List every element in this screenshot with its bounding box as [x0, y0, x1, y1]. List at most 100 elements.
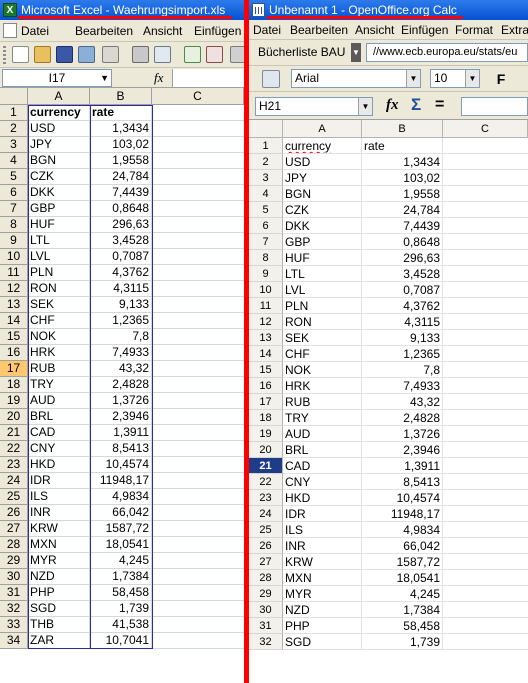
cell-empty[interactable]	[443, 442, 528, 458]
cell-empty[interactable]	[152, 249, 244, 265]
cell-currency[interactable]: CAD	[283, 458, 362, 474]
cell-empty[interactable]	[443, 378, 528, 394]
cell-rate[interactable]: 1,7384	[362, 602, 443, 618]
cell-currency[interactable]: LTL	[28, 233, 90, 249]
row-header[interactable]: 10	[249, 282, 283, 298]
row-header[interactable]: 5	[0, 169, 28, 185]
row-header[interactable]: 1	[0, 105, 28, 121]
excel-menu-datei[interactable]: Datei	[21, 24, 49, 38]
row-header[interactable]: 1	[249, 138, 283, 154]
cell-currency[interactable]: INR	[283, 538, 362, 554]
cell-rate[interactable]: rate	[362, 138, 443, 154]
row-header[interactable]: 19	[0, 393, 28, 409]
row-header[interactable]: 30	[0, 569, 28, 585]
cell-rate[interactable]: 4,9834	[90, 489, 152, 505]
excel-select-all-corner[interactable]	[0, 88, 28, 105]
bold-button[interactable]: F	[492, 70, 510, 88]
cell-currency[interactable]: BGN	[28, 153, 90, 169]
cell-currency[interactable]: HKD	[283, 490, 362, 506]
row-header[interactable]: 13	[249, 330, 283, 346]
cell-currency[interactable]: JPY	[283, 170, 362, 186]
cell-empty[interactable]	[152, 361, 244, 377]
excel-menu-bearbeiten[interactable]: Bearbeiten	[75, 24, 133, 38]
email-icon[interactable]	[102, 46, 119, 63]
calc-menu-ansicht[interactable]: Ansicht	[355, 23, 394, 37]
row-header[interactable]: 16	[0, 345, 28, 361]
cell-rate[interactable]: 24,784	[362, 202, 443, 218]
cell-currency[interactable]: RUB	[283, 394, 362, 410]
row-header[interactable]: 31	[0, 585, 28, 601]
cell-rate[interactable]: 7,4933	[90, 345, 152, 361]
cell-empty[interactable]	[443, 298, 528, 314]
cell-empty[interactable]	[443, 474, 528, 490]
cell-rate[interactable]: 103,02	[362, 170, 443, 186]
cell-empty[interactable]	[443, 586, 528, 602]
permission-icon[interactable]	[78, 46, 95, 63]
cell-empty[interactable]	[443, 554, 528, 570]
cell-rate[interactable]: 1,739	[362, 634, 443, 650]
cell-empty[interactable]	[152, 153, 244, 169]
cell-currency[interactable]: USD	[283, 154, 362, 170]
cell-currency[interactable]: THB	[28, 617, 90, 633]
bookmark-list-combo[interactable]: Bücherliste BAU	[254, 43, 354, 62]
cell-rate[interactable]: 4,3762	[362, 298, 443, 314]
cell-empty[interactable]	[152, 169, 244, 185]
spellcheck-icon[interactable]	[184, 46, 201, 63]
cell-currency[interactable]: HRK	[28, 345, 90, 361]
cell-empty[interactable]	[152, 473, 244, 489]
row-header[interactable]: 9	[249, 266, 283, 282]
cell-currency[interactable]: CNY	[283, 474, 362, 490]
row-header[interactable]: 3	[249, 170, 283, 186]
chevron-down-icon[interactable]: ▼	[406, 70, 420, 87]
excel-column-header-c[interactable]: C	[152, 88, 244, 105]
cell-empty[interactable]	[152, 409, 244, 425]
cell-empty[interactable]	[152, 489, 244, 505]
row-header[interactable]: 6	[0, 185, 28, 201]
cell-rate[interactable]: 66,042	[362, 538, 443, 554]
cell-rate[interactable]: 7,4439	[362, 218, 443, 234]
cell-currency[interactable]: BRL	[28, 409, 90, 425]
row-header[interactable]: 23	[249, 490, 283, 506]
cell-currency[interactable]: GBP	[283, 234, 362, 250]
cell-currency[interactable]: SEK	[28, 297, 90, 313]
cell-currency[interactable]: CAD	[28, 425, 90, 441]
sum-icon[interactable]: Σ	[411, 95, 421, 115]
cell-empty[interactable]	[443, 538, 528, 554]
chevron-down-icon[interactable]: ▼	[351, 43, 361, 62]
cell-rate[interactable]: 2,4828	[362, 410, 443, 426]
cell-rate[interactable]: 3,4528	[90, 233, 152, 249]
row-header[interactable]: 15	[0, 329, 28, 345]
toolbar-grip[interactable]	[3, 46, 6, 64]
row-header[interactable]: 21	[0, 425, 28, 441]
calc-input-line[interactable]	[461, 97, 528, 116]
calc-name-box[interactable]: H21 ▼	[255, 97, 373, 116]
cell-currency[interactable]: NZD	[283, 602, 362, 618]
print-icon[interactable]	[132, 46, 149, 63]
cell-empty[interactable]	[443, 618, 528, 634]
cell-empty[interactable]	[443, 362, 528, 378]
row-header[interactable]: 3	[0, 137, 28, 153]
cell-empty[interactable]	[152, 217, 244, 233]
cell-empty[interactable]	[152, 393, 244, 409]
cell-empty[interactable]	[443, 202, 528, 218]
row-header[interactable]: 33	[0, 617, 28, 633]
cell-empty[interactable]	[152, 265, 244, 281]
cell-currency[interactable]: CNY	[28, 441, 90, 457]
row-header[interactable]: 4	[0, 153, 28, 169]
cell-rate[interactable]: 103,02	[90, 137, 152, 153]
excel-menu-ansicht[interactable]: Ansicht	[143, 24, 182, 38]
cell-empty[interactable]	[152, 121, 244, 137]
row-header[interactable]: 16	[249, 378, 283, 394]
cell-empty[interactable]	[443, 138, 528, 154]
row-header[interactable]: 11	[0, 265, 28, 281]
cell-rate[interactable]: 1,9558	[90, 153, 152, 169]
cell-currency[interactable]: currency	[283, 138, 362, 154]
cell-empty[interactable]	[152, 105, 244, 121]
cell-empty[interactable]	[443, 522, 528, 538]
cell-rate[interactable]: 18,0541	[90, 537, 152, 553]
cell-rate[interactable]: 1,3434	[90, 121, 152, 137]
cell-currency[interactable]: TRY	[283, 410, 362, 426]
cell-rate[interactable]: 7,4439	[90, 185, 152, 201]
cell-rate[interactable]: 58,458	[362, 618, 443, 634]
cell-rate[interactable]: 9,133	[90, 297, 152, 313]
